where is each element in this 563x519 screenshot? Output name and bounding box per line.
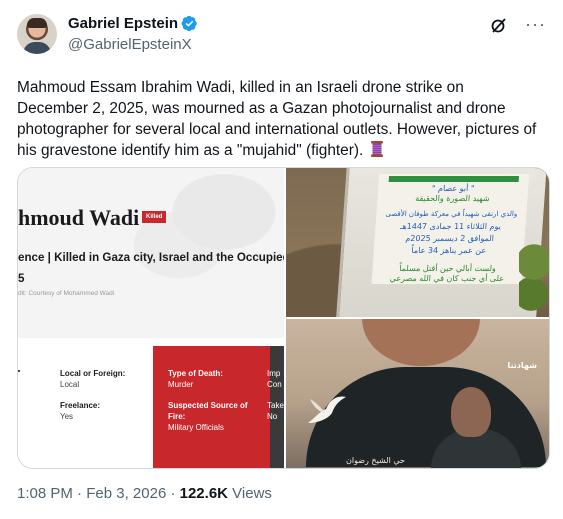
thread-spool-icon — [370, 141, 383, 157]
killed-badge: Killed — [142, 211, 167, 223]
local-value: Local — [60, 380, 80, 389]
author-block: Gabriel Epstein @GabrielEpsteinX — [68, 15, 198, 53]
grave-line-8: على أي جنب كان في الله مصرعي — [389, 274, 505, 283]
avatar-shirt — [23, 42, 51, 54]
clip-line-2: Con — [267, 380, 282, 389]
meta-separator: · — [77, 485, 83, 502]
grave-line-7: ولست أبالي حين أقتل مسلماً — [398, 264, 497, 273]
verified-badge-icon — [181, 15, 197, 32]
avatar[interactable] — [17, 14, 57, 54]
local-label: Local or Foreign: — [60, 369, 126, 378]
death-value: Murder — [168, 380, 194, 389]
poster-secondary-figure — [451, 387, 491, 437]
tweet-header: Gabriel Epstein @GabrielEpsteinX ··· — [17, 14, 547, 64]
death-label: Type of Death: — [168, 369, 223, 378]
clip-line-4: No — [267, 412, 278, 421]
plant — [519, 238, 549, 317]
clip-line-1: Imp — [267, 369, 281, 378]
grave-line-4: يوم الثلاثاء 11 جمادى 1447هـ — [399, 222, 502, 231]
info-column-local: Local or Foreign: Local Freelance: Yes — [60, 368, 125, 422]
media-article-screenshot[interactable]: hmoud Wadi Killed ence | Killed in Gaza … — [18, 168, 284, 468]
media-poster-image[interactable]: شهادتنا حي الشيخ رضوان — [286, 319, 549, 468]
grave-line-5: الموافق 2 ديسمبر 2025م — [405, 234, 495, 243]
article-subtitle: ence | Killed in Gaza city, Israel and t… — [18, 251, 284, 264]
dove-icon — [308, 396, 346, 423]
grave-line-2: شهيد الصورة والحقيقة — [414, 194, 490, 203]
avatar-hair — [27, 18, 47, 28]
gravestone-plaque: " أبو عصام " شهيد الصورة والحقيقة والذي … — [371, 174, 530, 284]
media-grid: hmoud Wadi Killed ence | Killed in Gaza … — [17, 167, 550, 469]
clip-line-3: Take — [267, 401, 284, 410]
info-column-death: Type of Death: Murder Suspected Source o… — [168, 368, 263, 433]
views-label: Views — [232, 485, 272, 502]
gravestone-green-band — [388, 176, 520, 182]
tweet-text: Mahmoud Essam Ibrahim Wadi, killed in an… — [17, 77, 537, 161]
grok-icon[interactable] — [489, 16, 509, 36]
author-handle[interactable]: @GabrielEpsteinX — [68, 36, 198, 53]
media-right-column: " أبو عصام " شهيد الصورة والحقيقة والذي … — [286, 168, 549, 468]
author-name-text[interactable]: Gabriel Epstein — [68, 15, 178, 32]
grave-line-1: " أبو عصام " — [431, 184, 475, 193]
article-title: hmoud Wadi — [18, 205, 140, 230]
tweet-body: Mahmoud Essam Ibrahim Wadi, killed in an… — [17, 79, 537, 159]
info-column-clipped: Imp Con Take No — [267, 368, 284, 422]
tweet-date[interactable]: Feb 3, 2026 — [86, 485, 166, 502]
grave-line-6: عن عمر يناهز 34 عاماً — [411, 246, 487, 255]
article-photo-credit: dit: Courtesy of Mohammed Wadi — [18, 290, 115, 297]
header-actions: ··· — [489, 15, 545, 36]
source-value: Military Officials — [168, 423, 224, 432]
media-gravestone-photo[interactable]: " أبو عصام " شهيد الصورة والحقيقة والذي … — [286, 168, 549, 317]
info-bullet — [18, 370, 20, 372]
source-label: Suspected Source of Fire: — [168, 401, 248, 421]
more-icon[interactable]: ··· — [525, 15, 545, 36]
tweet-meta: 1:08 PM · Feb 3, 2026 · 122.6K Views — [17, 485, 272, 502]
freelance-label: Freelance: — [60, 401, 101, 410]
tweet-time[interactable]: 1:08 PM — [17, 485, 73, 502]
author-display-name[interactable]: Gabriel Epstein — [68, 15, 198, 32]
gravestone: " أبو عصام " شهيد الصورة والحقيقة والذي … — [335, 168, 547, 317]
freelance-value: Yes — [60, 412, 74, 421]
meta-separator-2: · — [170, 485, 176, 502]
views-count[interactable]: 122.6K — [180, 485, 228, 502]
article-year-fragment: 5 — [18, 272, 25, 285]
grave-line-3: والذي ارتقى شهيداً في معركة طوفان الأقصى — [385, 210, 518, 218]
poster-footer-text: حي الشيخ رضوان — [346, 456, 405, 465]
poster-logo: شهادتنا — [507, 361, 537, 370]
